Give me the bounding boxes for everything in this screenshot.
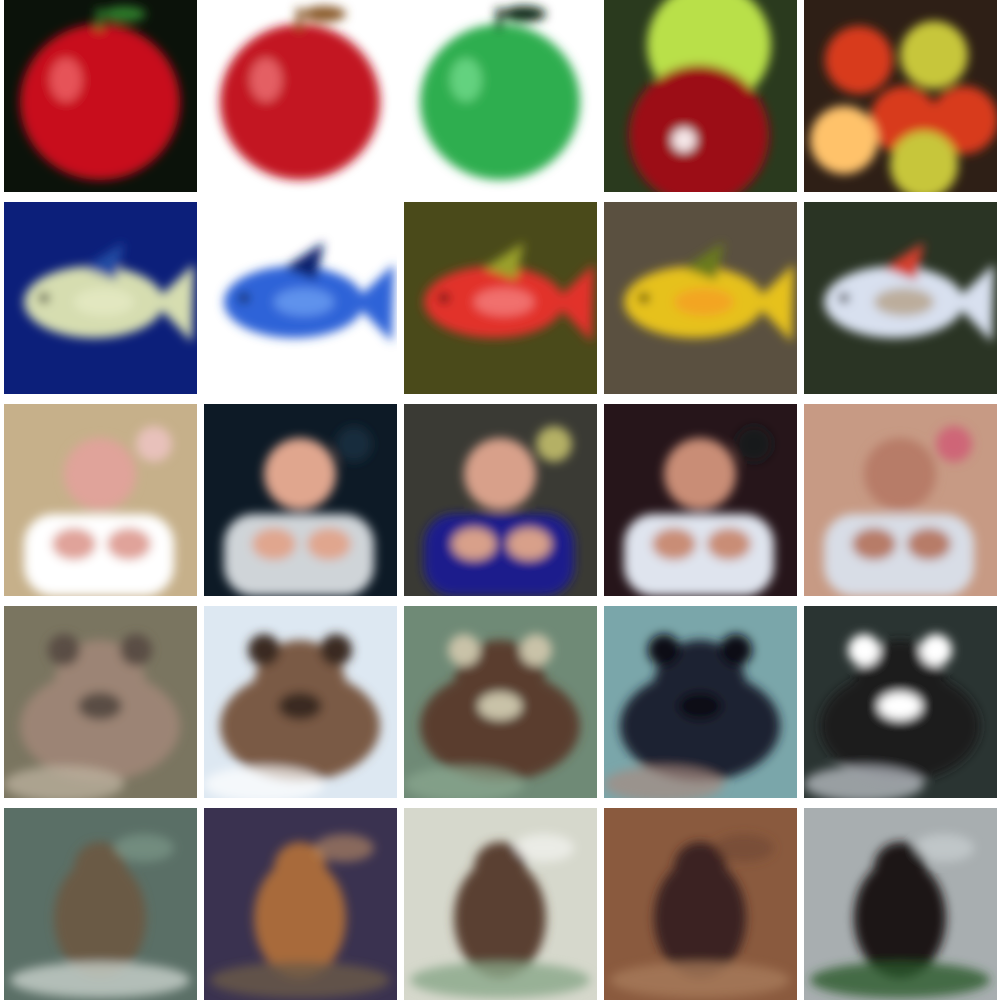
apple-image	[404, 0, 597, 192]
otter-image	[604, 808, 797, 1000]
baby-image	[204, 404, 397, 596]
image-grid	[0, 0, 1000, 1000]
apple-image	[204, 0, 397, 192]
apple-image	[4, 0, 197, 192]
bear-image	[404, 606, 597, 798]
otter-image	[404, 808, 597, 1000]
apple-image	[604, 0, 797, 192]
bear-image	[604, 606, 797, 798]
baby-image	[804, 404, 997, 596]
baby-image	[4, 404, 197, 596]
bear-image	[804, 606, 997, 798]
fish-image	[4, 202, 197, 394]
otter-image	[4, 808, 197, 1000]
otter-image	[204, 808, 397, 1000]
apple-image	[804, 0, 997, 192]
otter-image	[804, 808, 997, 1000]
bear-image	[4, 606, 197, 798]
baby-image	[404, 404, 597, 596]
fish-image	[404, 202, 597, 394]
fish-image	[204, 202, 397, 394]
baby-image	[604, 404, 797, 596]
bear-image	[204, 606, 397, 798]
fish-image	[604, 202, 797, 394]
fish-image	[804, 202, 997, 394]
